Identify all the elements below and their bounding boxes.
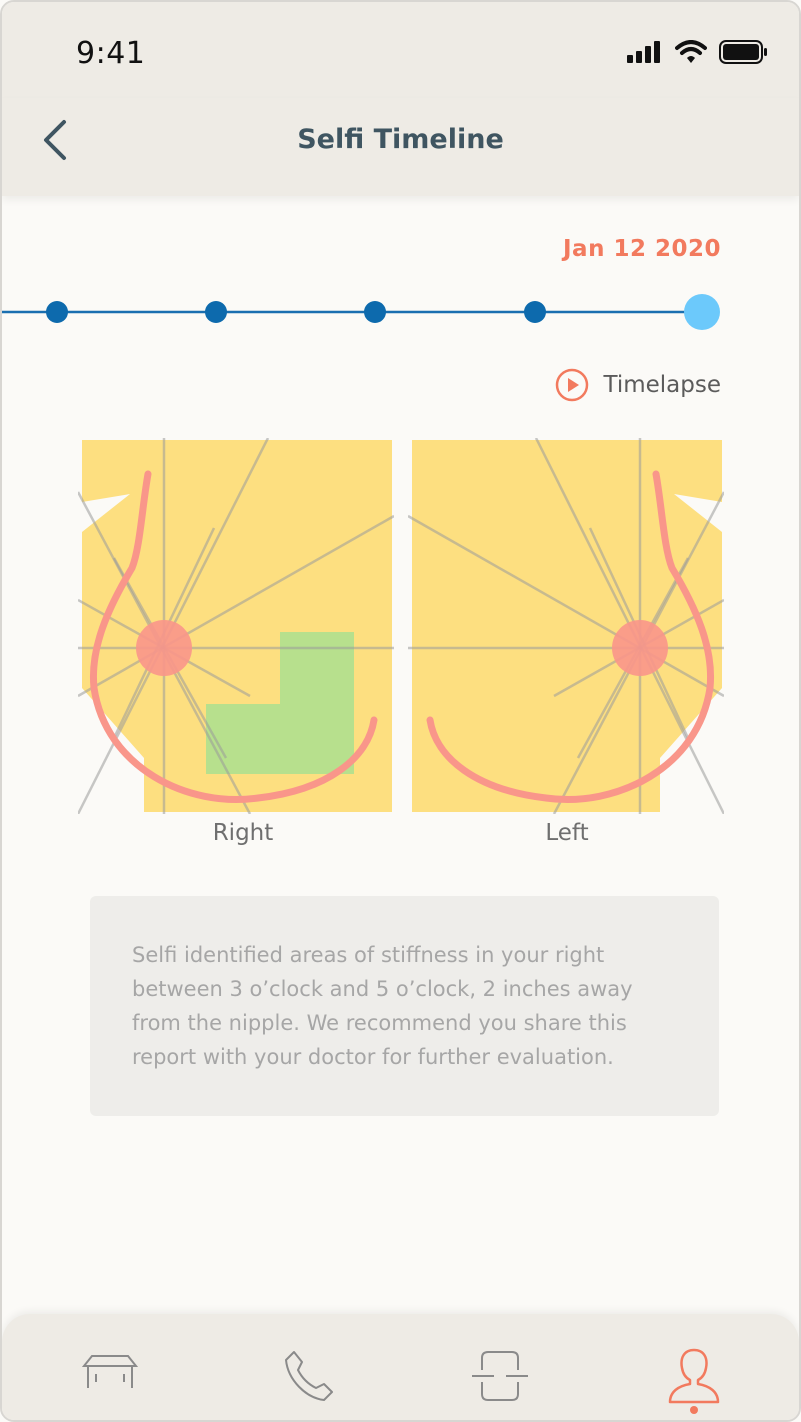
status-icons bbox=[627, 40, 769, 64]
tab-bar bbox=[2, 1314, 799, 1420]
right-label: Right bbox=[212, 820, 274, 846]
timelapse-label: Timelapse bbox=[603, 372, 721, 398]
timeline-point-2[interactable] bbox=[205, 301, 227, 323]
signal-icon bbox=[627, 41, 660, 63]
left-breast-diagram bbox=[408, 438, 724, 814]
status-time: 9:41 bbox=[76, 36, 146, 71]
timeline-point-1[interactable] bbox=[46, 301, 68, 323]
timelapse-button[interactable]: Timelapse bbox=[555, 368, 721, 402]
phone-screen: 9:41 Selfi Timeline Jan 12 2020 Timelaps… bbox=[0, 0, 801, 1422]
battery-icon bbox=[719, 40, 767, 64]
timeline-point-3[interactable] bbox=[364, 301, 386, 323]
page-title: Selfi Timeline bbox=[297, 124, 504, 155]
timeline-point-4[interactable] bbox=[524, 301, 546, 323]
nipple bbox=[612, 620, 668, 676]
play-circle-icon bbox=[556, 368, 589, 402]
wifi-icon bbox=[675, 40, 707, 63]
selfi-timeline bbox=[2, 294, 720, 330]
status-bar: 9:41 bbox=[2, 2, 799, 98]
navigation-bar: Selfi Timeline bbox=[2, 98, 799, 196]
stiffness-area bbox=[280, 632, 354, 706]
report-card: Selfi identified areas of stiffness in y… bbox=[90, 896, 719, 1116]
selected-date: Jan 12 2020 bbox=[563, 236, 721, 262]
scan-icon[interactable] bbox=[468, 1344, 532, 1408]
profile-icon[interactable] bbox=[662, 1344, 726, 1408]
phone-icon[interactable] bbox=[276, 1344, 340, 1408]
report-text: Selfi identified areas of stiffness in y… bbox=[132, 943, 633, 1069]
right-breast-diagram bbox=[78, 438, 394, 814]
nipple bbox=[136, 620, 192, 676]
timeline-point-selected[interactable] bbox=[684, 294, 720, 330]
left-label: Left bbox=[545, 820, 589, 846]
home-icon[interactable] bbox=[78, 1344, 142, 1408]
active-tab-indicator bbox=[690, 1406, 698, 1414]
stiffness-area bbox=[206, 704, 354, 774]
